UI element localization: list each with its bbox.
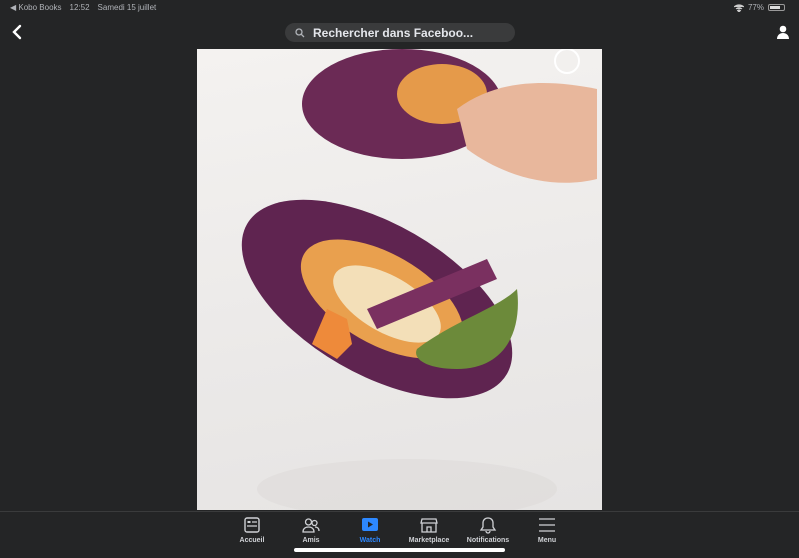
- bell-icon: [479, 517, 497, 534]
- status-bar: ◀ Kobo Books 12:52 Samedi 15 juillet 77%: [0, 0, 799, 14]
- hamburger-menu-icon: [539, 518, 555, 532]
- watch-play-icon: [362, 518, 378, 531]
- time: 12:52: [69, 3, 90, 12]
- tab-watch[interactable]: Watch: [340, 516, 400, 544]
- home-feed-icon: [244, 517, 260, 533]
- tab-menu[interactable]: Menu: [517, 516, 577, 544]
- back-to-app[interactable]: ◀ Kobo Books: [10, 3, 62, 12]
- friends-icon: [302, 518, 320, 533]
- video-player[interactable]: [197, 49, 602, 510]
- video-frame-image: [241, 49, 597, 510]
- search-input[interactable]: Rechercher dans Faceboo...: [313, 26, 473, 40]
- profile-icon[interactable]: [775, 24, 791, 40]
- tab-accueil[interactable]: Accueil: [222, 516, 282, 544]
- date: Samedi 15 juillet: [97, 3, 157, 12]
- battery-icon: [768, 4, 785, 11]
- store-icon: [420, 518, 438, 533]
- battery-percent: 77%: [747, 3, 764, 12]
- search-icon: [295, 27, 305, 37]
- home-indicator[interactable]: [294, 548, 505, 552]
- tab-notifications[interactable]: Notifications: [458, 516, 518, 544]
- tab-amis[interactable]: Amis: [281, 516, 341, 544]
- search-bar[interactable]: Rechercher dans Faceboo...: [285, 23, 515, 42]
- tab-marketplace[interactable]: Marketplace: [399, 516, 459, 544]
- back-chevron-icon[interactable]: [8, 22, 28, 42]
- wifi-icon: [733, 3, 744, 12]
